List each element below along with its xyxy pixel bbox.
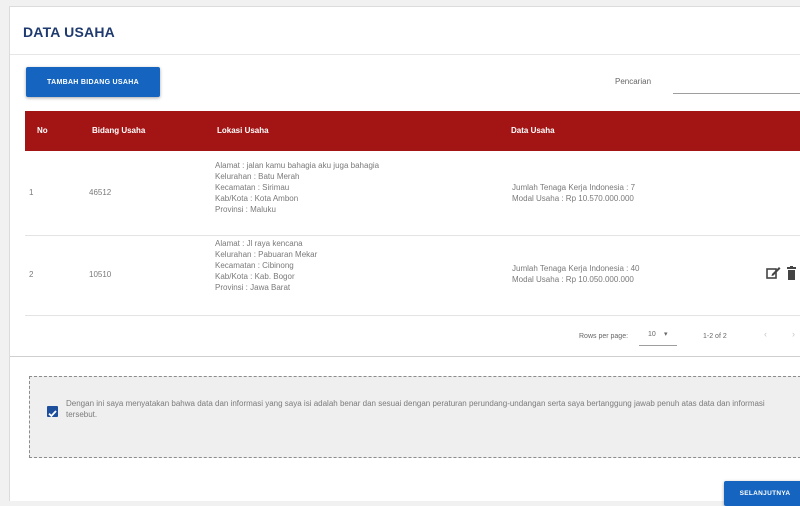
table-header: No Bidang Usaha Lokasi Usaha Data Usaha	[25, 111, 800, 151]
capital-line: Modal Usaha : Rp 10.570.000.000	[512, 194, 634, 203]
row-number: 2	[29, 270, 34, 279]
provinsi-line: Provinsi : Maluku	[215, 205, 276, 214]
address-line: Alamat : Jl raya kencana	[215, 239, 303, 248]
next-button[interactable]: SELANJUTNYA	[724, 481, 800, 506]
table-row: 1 46512 Alamat : jalan kamu bahagia aku …	[25, 151, 800, 236]
edit-icon[interactable]	[766, 266, 781, 285]
header-lokasi-usaha: Lokasi Usaha	[217, 126, 269, 135]
rows-per-page-label: Rows per page:	[579, 333, 629, 340]
row-data-usaha: Jumlah Tenaga Kerja Indonesia : 7 Modal …	[512, 182, 635, 204]
address-line: Alamat : jalan kamu bahagia aku juga bah…	[215, 161, 380, 170]
provinsi-line: Provinsi : Jawa Barat	[215, 283, 291, 292]
row-lokasi-usaha: Alamat : jalan kamu bahagia aku juga bah…	[215, 160, 379, 215]
header-no: No	[37, 126, 48, 135]
search-input[interactable]	[673, 73, 800, 94]
delete-icon[interactable]	[787, 266, 797, 285]
row-actions	[766, 266, 797, 285]
row-lokasi-usaha: Alamat : Jl raya kencana Kelurahan : Pab…	[215, 238, 317, 293]
table-row: 2 10510 Alamat : Jl raya kencana Kelurah…	[25, 235, 800, 316]
row-bidang-usaha: 10510	[89, 270, 112, 279]
worker-count-line: Jumlah Tenaga Kerja Indonesia : 40	[512, 264, 640, 273]
caret-down-icon: ▾	[664, 331, 668, 338]
header-data-usaha: Data Usaha	[511, 126, 555, 135]
check-icon	[48, 410, 57, 418]
rows-per-page-select[interactable]: 10 ▾	[639, 325, 677, 346]
declaration-checkbox[interactable]	[47, 406, 58, 418]
kecamatan-line: Kecamatan : Sirimau	[215, 183, 290, 192]
capital-line: Modal Usaha : Rp 10.050.000.000	[512, 275, 634, 284]
chevron-left-icon[interactable]: ‹	[764, 329, 767, 339]
kelurahan-line: Kelurahan : Batu Merah	[215, 172, 300, 181]
kabkota-line: Kab/Kota : Kab. Bogor	[215, 272, 295, 281]
search-label: Pencarian	[615, 77, 652, 86]
section-divider	[10, 356, 800, 357]
kelurahan-line: Kelurahan : Pabuaran Mekar	[215, 250, 318, 259]
declaration-text: Dengan ini saya menyatakan bahwa data da…	[66, 399, 765, 419]
pagination-range: 1-2 of 2	[703, 333, 727, 340]
kecamatan-line: Kecamatan : Cibinong	[215, 261, 294, 270]
add-business-field-button[interactable]: TAMBAH BIDANG USAHA	[26, 67, 160, 97]
kabkota-line: Kab/Kota : Kota Ambon	[215, 194, 299, 203]
row-number: 1	[29, 188, 34, 197]
row-data-usaha: Jumlah Tenaga Kerja Indonesia : 40 Modal…	[512, 263, 640, 285]
rows-per-page-value: 10	[648, 331, 656, 338]
data-usaha-card: DATA USAHA TAMBAH BIDANG USAHA Pencarian…	[9, 6, 800, 506]
row-bidang-usaha: 46512	[89, 188, 112, 197]
page-title: DATA USAHA	[23, 24, 115, 40]
declaration-box: Dengan ini saya menyatakan bahwa data da…	[29, 376, 800, 458]
header-bidang-usaha: Bidang Usaha	[92, 126, 146, 135]
worker-count-line: Jumlah Tenaga Kerja Indonesia : 7	[512, 183, 636, 192]
chevron-right-icon[interactable]: ›	[792, 329, 795, 339]
title-divider	[10, 54, 800, 55]
